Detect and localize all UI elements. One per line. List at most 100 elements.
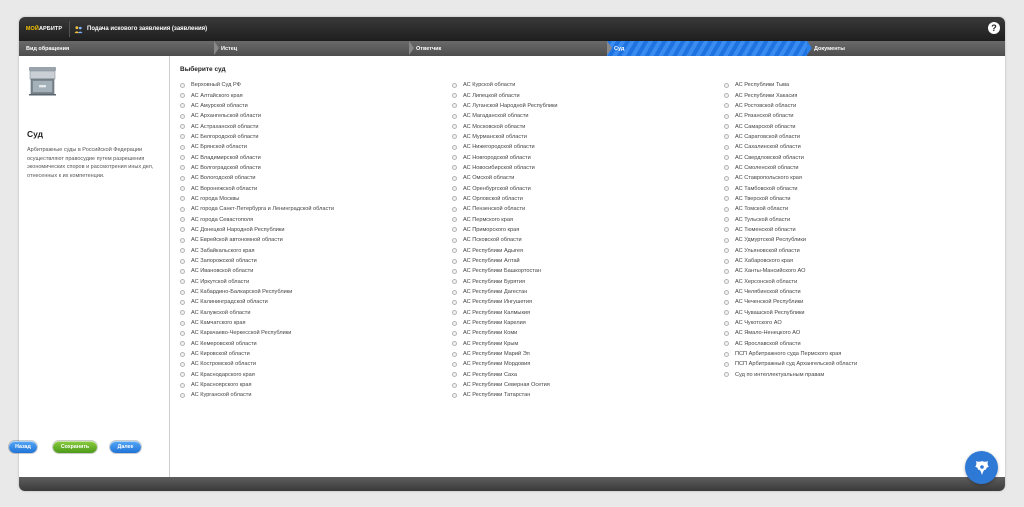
court-option[interactable]: АС Иркутской области: [180, 277, 334, 287]
radio-button[interactable]: [724, 310, 729, 316]
step-court[interactable]: Суд: [607, 41, 812, 56]
court-option[interactable]: АС Республики Калмыкия: [452, 308, 558, 318]
radio-button[interactable]: [724, 351, 729, 357]
court-option[interactable]: АС Омской области: [452, 173, 558, 183]
court-option[interactable]: АС Псковской области: [452, 235, 558, 245]
court-option[interactable]: АС Республики Марий Эл: [452, 349, 558, 359]
radio-button[interactable]: [452, 310, 457, 316]
radio-button[interactable]: [452, 258, 457, 264]
court-option[interactable]: АС города Санкт-Петербурга и Ленинградск…: [180, 204, 334, 214]
radio-button[interactable]: [724, 299, 729, 305]
radio-button[interactable]: [180, 113, 185, 119]
court-option[interactable]: АС Приморского края: [452, 225, 558, 235]
court-option[interactable]: АС Ханты-Мансийского АО: [724, 266, 857, 276]
step-plaintiff[interactable]: Истец: [214, 41, 414, 56]
radio-button[interactable]: [180, 237, 185, 243]
court-option[interactable]: АС Республики Татарстан: [452, 390, 558, 400]
radio-button[interactable]: [724, 289, 729, 295]
app-logo[interactable]: МОЙ АРБИТР: [23, 21, 65, 38]
court-option[interactable]: АС Белгородской области: [180, 132, 334, 142]
court-option[interactable]: АС Пензенской области: [452, 204, 558, 214]
radio-button[interactable]: [724, 268, 729, 274]
save-button[interactable]: Сохранить: [53, 441, 97, 453]
radio-button[interactable]: [180, 351, 185, 357]
court-option[interactable]: АС Калужской области: [180, 308, 334, 318]
court-option[interactable]: АС Ямало-Ненецкого АО: [724, 328, 857, 338]
radio-button[interactable]: [180, 320, 185, 326]
radio-button[interactable]: [724, 279, 729, 285]
court-option[interactable]: АС Хабаровского края: [724, 256, 857, 266]
radio-button[interactable]: [452, 82, 457, 88]
court-option[interactable]: АС Луганской Народной Республики: [452, 101, 558, 111]
court-option[interactable]: АС Чеченской Республики: [724, 297, 857, 307]
radio-button[interactable]: [724, 175, 729, 181]
radio-button[interactable]: [452, 237, 457, 243]
radio-button[interactable]: [180, 124, 185, 130]
radio-button[interactable]: [180, 279, 185, 285]
radio-button[interactable]: [180, 361, 185, 367]
court-option[interactable]: АС Тверской области: [724, 194, 857, 204]
radio-button[interactable]: [180, 382, 185, 388]
court-option[interactable]: АС города Севастополя: [180, 214, 334, 224]
radio-button[interactable]: [724, 206, 729, 212]
radio-button[interactable]: [452, 361, 457, 367]
court-option[interactable]: АС Брянской области: [180, 142, 334, 152]
radio-button[interactable]: [452, 155, 457, 161]
court-option[interactable]: АС Свердловской области: [724, 152, 857, 162]
radio-button[interactable]: [724, 372, 729, 378]
help-button[interactable]: ?: [988, 22, 1000, 34]
court-option[interactable]: АС Красноярского края: [180, 380, 334, 390]
court-option[interactable]: АС Республики Крым: [452, 339, 558, 349]
radio-button[interactable]: [452, 93, 457, 99]
radio-button[interactable]: [180, 175, 185, 181]
step-request-type[interactable]: Вид обращения: [19, 41, 219, 56]
radio-button[interactable]: [180, 155, 185, 161]
court-option[interactable]: АС Архангельской области: [180, 111, 334, 121]
court-option[interactable]: АС Смоленской области: [724, 163, 857, 173]
radio-button[interactable]: [452, 268, 457, 274]
radio-button[interactable]: [724, 330, 729, 336]
radio-button[interactable]: [724, 93, 729, 99]
radio-button[interactable]: [724, 103, 729, 109]
radio-button[interactable]: [180, 144, 185, 150]
court-option[interactable]: АС Республики Хакасия: [724, 90, 857, 100]
radio-button[interactable]: [180, 217, 185, 223]
court-option[interactable]: АС Забайкальского края: [180, 246, 334, 256]
radio-button[interactable]: [452, 248, 457, 254]
radio-button[interactable]: [452, 392, 457, 398]
radio-button[interactable]: [452, 299, 457, 305]
radio-button[interactable]: [724, 82, 729, 88]
radio-button[interactable]: [180, 248, 185, 254]
court-option[interactable]: АС Республики Башкортостан: [452, 266, 558, 276]
court-option[interactable]: АС Пермского края: [452, 214, 558, 224]
radio-button[interactable]: [724, 227, 729, 233]
court-option[interactable]: ПСП Арбитражного суда Пермского края: [724, 349, 857, 359]
radio-button[interactable]: [180, 82, 185, 88]
radio-button[interactable]: [452, 206, 457, 212]
emblem-button[interactable]: [965, 451, 998, 484]
radio-button[interactable]: [180, 134, 185, 140]
radio-button[interactable]: [452, 165, 457, 171]
court-option[interactable]: АС Кемеровской области: [180, 339, 334, 349]
court-option[interactable]: АС Томской области: [724, 204, 857, 214]
radio-button[interactable]: [724, 237, 729, 243]
court-option[interactable]: АС Тамбовской области: [724, 183, 857, 193]
radio-button[interactable]: [452, 372, 457, 378]
radio-button[interactable]: [180, 310, 185, 316]
court-option[interactable]: АС Республики Алтай: [452, 256, 558, 266]
radio-button[interactable]: [724, 165, 729, 171]
court-option[interactable]: АС Вологодской области: [180, 173, 334, 183]
radio-button[interactable]: [180, 330, 185, 336]
court-option[interactable]: АС Ставропольского края: [724, 173, 857, 183]
court-option[interactable]: АС Курской области: [452, 80, 558, 90]
radio-button[interactable]: [180, 299, 185, 305]
court-option[interactable]: АС Республики Тыва: [724, 80, 857, 90]
court-option[interactable]: АС Удмуртской Республики: [724, 235, 857, 245]
court-option[interactable]: АС Ярославской области: [724, 339, 857, 349]
court-option[interactable]: АС Ульяновской области: [724, 246, 857, 256]
court-option[interactable]: АС Херсонской области: [724, 277, 857, 287]
radio-button[interactable]: [724, 186, 729, 192]
court-option[interactable]: АС Республики Бурятия: [452, 277, 558, 287]
radio-button[interactable]: [180, 392, 185, 398]
court-option[interactable]: АС Чувашской Республики: [724, 308, 857, 318]
